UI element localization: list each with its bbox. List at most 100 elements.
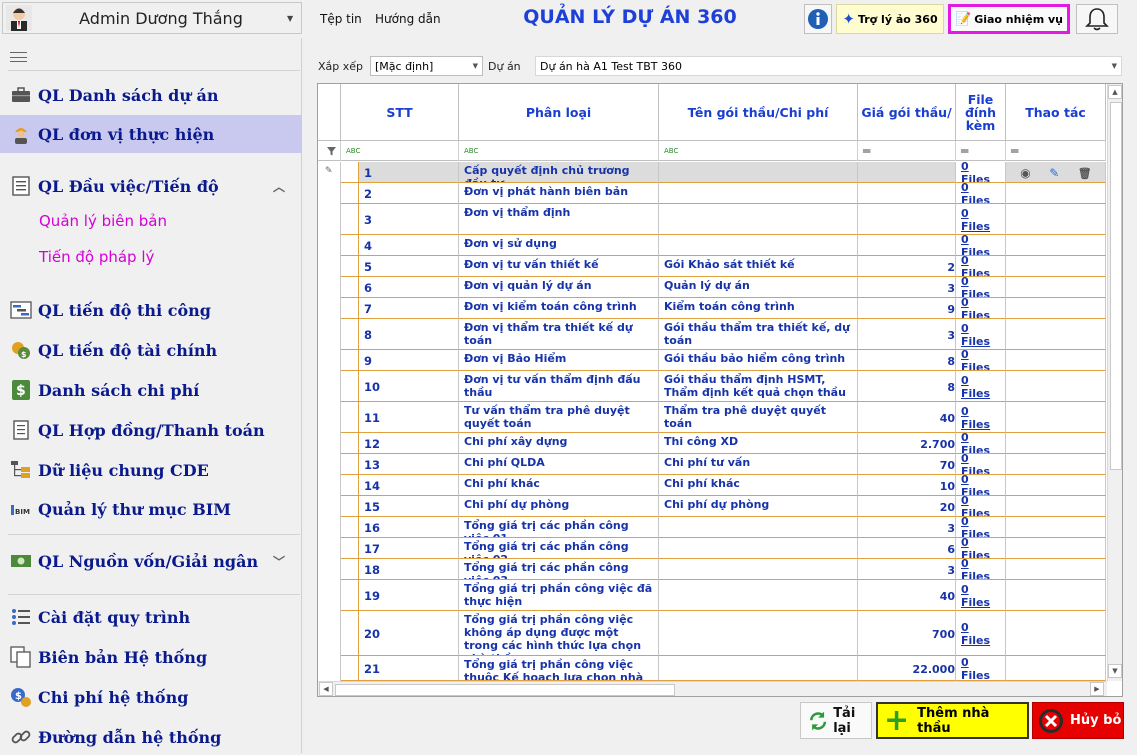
row-indicator[interactable] bbox=[318, 656, 341, 681]
assistant-button[interactable]: ✦ Trợ lý ảo 360 bbox=[836, 4, 944, 34]
horizontal-scrollbar[interactable]: ◀ ▶ bbox=[318, 681, 1107, 696]
column-header-type[interactable]: Phân loại bbox=[459, 84, 659, 141]
sidebar-item-system-cost[interactable]: $ Chi phí hệ thống bbox=[0, 679, 302, 715]
table-row[interactable]: 12 Chi phí xây dựng Thi công XD 2.700 0 File… bbox=[318, 433, 1106, 454]
sidebar-item-contracts[interactable]: QL Hợp đồng/Thanh toán bbox=[0, 412, 302, 448]
sidebar-subitem-minutes[interactable]: Quản lý biên bản bbox=[39, 212, 167, 230]
table-row[interactable]: 5 Đơn vị tư vấn thiết kế Gói Khảo sát thiế… bbox=[318, 256, 1106, 277]
column-header-files[interactable]: File đính kèm bbox=[956, 84, 1006, 141]
sidebar-item-workflow[interactable]: Cài đặt quy trình bbox=[0, 599, 302, 635]
hamburger-icon[interactable] bbox=[10, 52, 27, 62]
scroll-down-icon[interactable]: ▼ bbox=[1108, 664, 1122, 678]
filter-type[interactable]: ABC bbox=[459, 141, 659, 161]
sidebar-item-system-minutes[interactable]: Biên bản Hệ thống bbox=[0, 639, 302, 675]
row-indicator[interactable] bbox=[318, 517, 341, 538]
sidebar-subitem-legal-progress[interactable]: Tiến độ pháp lý bbox=[39, 248, 154, 266]
row-indicator[interactable] bbox=[318, 204, 341, 235]
menu-help[interactable]: Hướng dẫn bbox=[375, 12, 441, 26]
table-row[interactable]: 6 Đơn vị quản lý dự án Quản lý dự án 3 0 Fil… bbox=[318, 277, 1106, 298]
project-select[interactable]: Dự án hà A1 Test TBT 360 ▼ bbox=[535, 56, 1122, 76]
row-indicator[interactable] bbox=[318, 256, 341, 277]
notification-button[interactable] bbox=[1076, 4, 1118, 34]
vertical-scroll-thumb[interactable] bbox=[1110, 102, 1122, 470]
user-dropdown[interactable]: Admin Dương Thắng ▼ bbox=[2, 2, 302, 34]
filter-stt[interactable]: ABC bbox=[341, 141, 459, 161]
sidebar-item-tasks[interactable]: QL Đầu việc/Tiến độ ︿ bbox=[0, 168, 302, 204]
row-indicator[interactable] bbox=[318, 277, 341, 298]
table-row[interactable]: 10 Đơn vị tư vấn thẩm định đấu thầu Gói th… bbox=[318, 371, 1106, 402]
cell-files[interactable]: 0 Files bbox=[956, 162, 1006, 183]
cell-files[interactable]: 0 Files bbox=[956, 496, 1006, 517]
row-indicator[interactable] bbox=[318, 183, 341, 204]
scroll-up-icon[interactable]: ▲ bbox=[1108, 85, 1122, 99]
cell-files[interactable]: 0 Files bbox=[956, 277, 1006, 298]
cell-files[interactable]: 0 Files bbox=[956, 475, 1006, 496]
row-indicator[interactable] bbox=[318, 496, 341, 517]
cancel-button[interactable]: Hủy bỏ bbox=[1032, 702, 1124, 739]
chevron-up-icon[interactable]: ︿ bbox=[273, 178, 285, 195]
table-row[interactable]: 2 Đơn vị phát hành biên bản 0 Files bbox=[318, 183, 1106, 204]
row-indicator[interactable] bbox=[318, 402, 341, 433]
table-row[interactable]: 13 Chi phí QLDA Chi phí tư vấn 70 0 Files bbox=[318, 454, 1106, 475]
row-indicator[interactable] bbox=[318, 611, 341, 656]
row-indicator[interactable] bbox=[318, 538, 341, 559]
cell-files[interactable]: 0 Files bbox=[956, 350, 1006, 371]
delete-icon[interactable]: 🗑 bbox=[1078, 167, 1092, 180]
table-row[interactable]: 7 Đơn vị kiểm toán công trình Kiểm toán cô… bbox=[318, 298, 1106, 319]
cell-files[interactable]: 0 Files bbox=[956, 204, 1006, 235]
horizontal-scroll-thumb[interactable] bbox=[335, 684, 675, 696]
cell-files[interactable]: 0 Files bbox=[956, 235, 1006, 256]
table-row[interactable]: 20 Tổng giá trị phần công việc không áp d… bbox=[318, 611, 1106, 656]
filter-actions[interactable]: ═ bbox=[1006, 141, 1106, 161]
scroll-left-icon[interactable]: ◀ bbox=[319, 682, 333, 696]
table-row[interactable]: 8 Đơn vị thẩm tra thiết kế dự toán Gói thầ… bbox=[318, 319, 1106, 350]
sidebar-item-funding[interactable]: QL Nguồn vốn/Giải ngân ﹀ bbox=[0, 543, 302, 579]
cell-files[interactable]: 0 Files bbox=[956, 538, 1006, 559]
filter-name[interactable]: ABC bbox=[659, 141, 858, 161]
row-indicator[interactable] bbox=[318, 298, 341, 319]
row-indicator[interactable] bbox=[318, 559, 341, 580]
edit-icon[interactable]: ✎ bbox=[1049, 166, 1059, 180]
table-row[interactable]: 19 Tổng giá trị phần công việc đã thực hi… bbox=[318, 580, 1106, 611]
cell-files[interactable]: 0 Files bbox=[956, 517, 1006, 538]
reload-button[interactable]: Tải lại bbox=[800, 702, 872, 739]
column-header-name[interactable]: Tên gói thầu/Chi phí bbox=[659, 84, 858, 141]
column-header-stt[interactable]: STT bbox=[341, 84, 459, 141]
table-row[interactable]: 9 Đơn vị Bảo Hiểm Gói thầu bảo hiểm công t… bbox=[318, 350, 1106, 371]
chevron-down-icon[interactable]: ﹀ bbox=[273, 553, 285, 570]
sidebar-item-bim[interactable]: BIM Quản lý thư mục BIM bbox=[0, 491, 302, 527]
cell-files[interactable]: 0 Files bbox=[956, 611, 1006, 656]
cell-files[interactable]: 0 Files bbox=[956, 256, 1006, 277]
view-eye-icon[interactable]: ◉ bbox=[1020, 166, 1030, 180]
filter-files[interactable]: ═ bbox=[956, 141, 1006, 161]
table-row[interactable]: 14 Chi phí khác Chi phí khác 10 0 Files bbox=[318, 475, 1106, 496]
chevron-down-icon[interactable]: ▼ bbox=[287, 14, 301, 23]
row-indicator[interactable] bbox=[318, 350, 341, 371]
table-row[interactable]: 15 Chi phí dự phòng Chi phí dự phòng 20 0 Fi… bbox=[318, 496, 1106, 517]
sidebar-item-cde[interactable]: Dữ liệu chung CDE bbox=[0, 452, 302, 488]
cell-files[interactable]: 0 Files bbox=[956, 580, 1006, 611]
menu-file[interactable]: Tệp tin bbox=[320, 12, 362, 26]
sidebar-item-contractors[interactable]: QL đơn vị thực hiện bbox=[0, 115, 302, 153]
cell-files[interactable]: 0 Files bbox=[956, 183, 1006, 204]
add-contractor-button[interactable]: + Thêm nhà thầu bbox=[876, 702, 1029, 739]
table-row[interactable]: 16Tổng giá trị các phần công việc 01 30 F… bbox=[318, 517, 1106, 538]
cell-files[interactable]: 0 Files bbox=[956, 402, 1006, 433]
table-row[interactable]: 4 Đơn vị sử dụng 0 Files bbox=[318, 235, 1106, 256]
scroll-right-icon[interactable]: ▶ bbox=[1090, 682, 1104, 696]
cell-files[interactable]: 0 Files bbox=[956, 433, 1006, 454]
cell-files[interactable]: 0 Files bbox=[956, 371, 1006, 402]
cell-files[interactable]: 0 Files bbox=[956, 298, 1006, 319]
sort-select[interactable]: [Mặc định] ▼ bbox=[370, 56, 483, 76]
filter-icon[interactable] bbox=[318, 141, 341, 161]
table-row[interactable]: ✎ 1Cấp quyết định chủ trương đầu tư 0 File… bbox=[318, 162, 1106, 183]
cell-files[interactable]: 0 Files bbox=[956, 656, 1006, 681]
sidebar-item-financial-progress[interactable]: $ QL tiến độ tài chính bbox=[0, 332, 302, 368]
assign-task-button[interactable]: 📝 Giao nhiệm vụ bbox=[948, 4, 1070, 34]
column-header-actions[interactable]: Thao tác bbox=[1006, 84, 1106, 141]
row-indicator[interactable] bbox=[318, 433, 341, 454]
row-indicator[interactable]: ✎ bbox=[318, 162, 341, 183]
cell-files[interactable]: 0 Files bbox=[956, 454, 1006, 475]
row-indicator[interactable] bbox=[318, 371, 341, 402]
sidebar-item-cost-list[interactable]: $ Danh sách chi phí bbox=[0, 372, 302, 408]
